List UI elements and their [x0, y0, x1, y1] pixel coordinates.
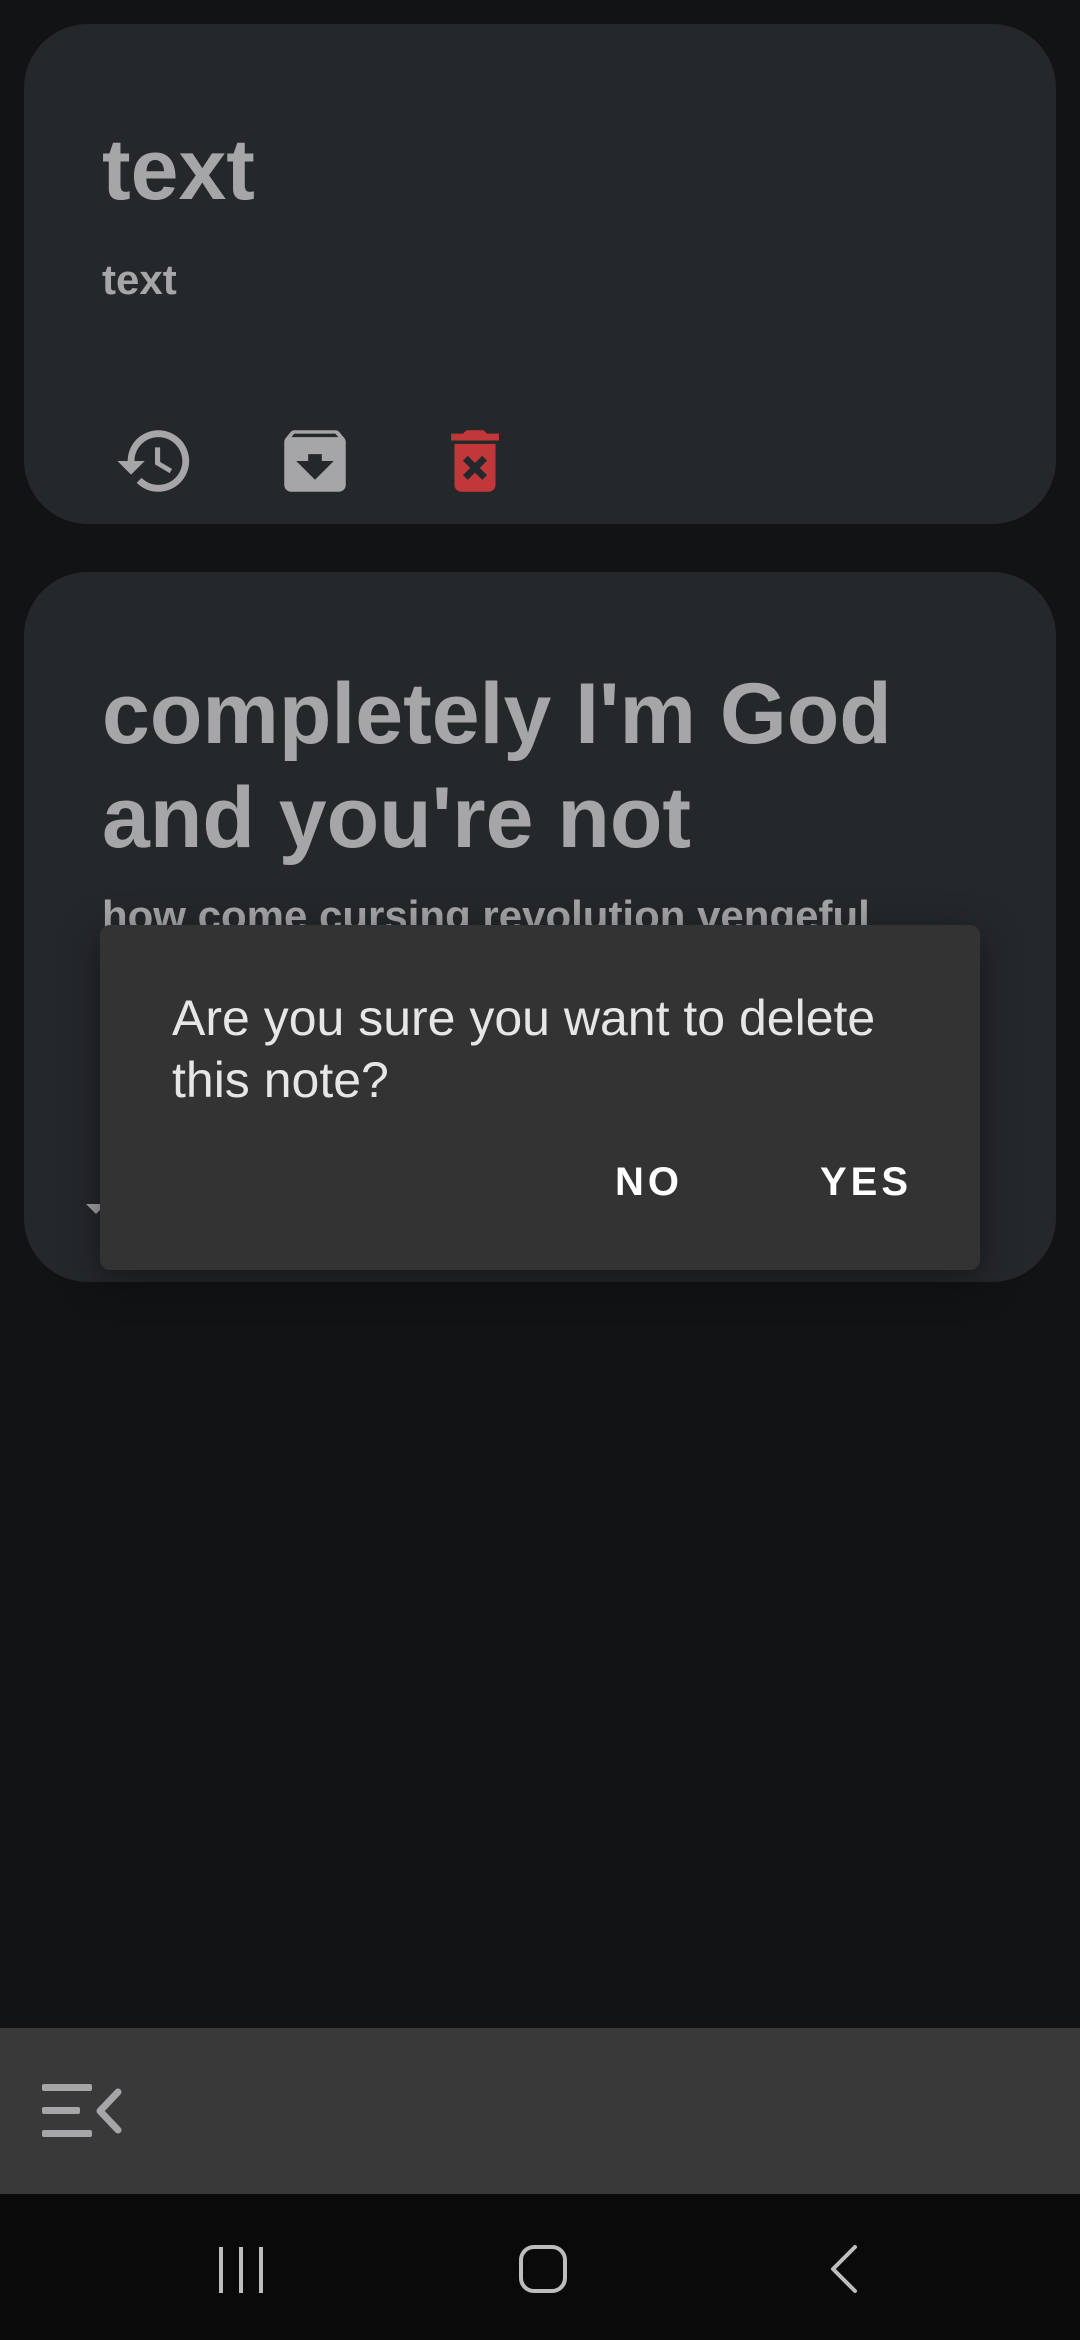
delete-button[interactable]: [430, 416, 520, 506]
menu-toggle-button[interactable]: [42, 2082, 126, 2140]
dialog-message: Are you sure you want to delete this not…: [172, 990, 876, 1108]
screen: text text completely I'm God and you're …: [0, 0, 1080, 2340]
back-icon: [831, 2245, 857, 2293]
yes-button[interactable]: YES: [820, 1160, 912, 1205]
recents-icon: [219, 2247, 263, 2293]
recents-button[interactable]: [206, 2234, 276, 2304]
delete-icon: [451, 430, 499, 492]
bottom-app-bar: [0, 2028, 1080, 2194]
delete-confirm-dialog: Are you sure you want to delete this not…: [100, 925, 980, 1270]
archive-button[interactable]: [270, 416, 360, 506]
restore-button[interactable]: [110, 416, 200, 506]
note-card[interactable]: text text: [24, 24, 1056, 524]
no-button[interactable]: NO: [615, 1160, 683, 1205]
back-button[interactable]: [810, 2234, 880, 2304]
menu-collapse-icon: [42, 2084, 122, 2137]
restore-history-icon: [117, 430, 190, 492]
home-button[interactable]: [508, 2234, 578, 2304]
home-icon: [519, 2245, 567, 2293]
note-title: text: [102, 122, 255, 218]
note-subtitle: text: [102, 256, 177, 303]
archive-icon: [284, 430, 346, 492]
system-nav-bar: [0, 2194, 1080, 2340]
note-title: completely I'm God and you're not: [102, 666, 892, 866]
